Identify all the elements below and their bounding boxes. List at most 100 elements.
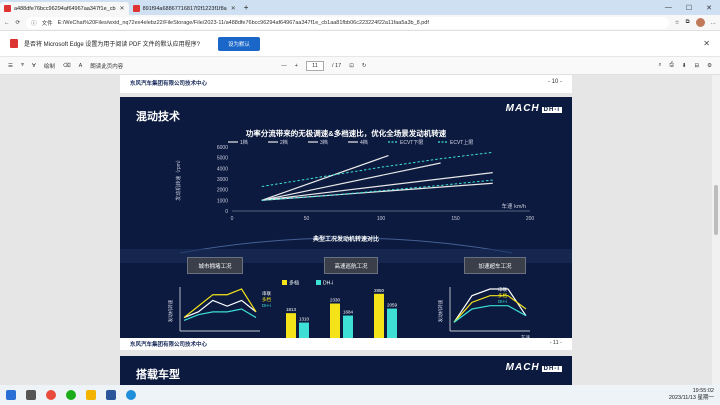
tab-active[interactable]: a488dfe76bcc96294af64967aa347f1e_cb ✕ xyxy=(0,2,129,15)
favorites-icon[interactable]: ☆ xyxy=(675,20,680,26)
address-prefix: 文件 xyxy=(41,20,53,27)
pdf-icon xyxy=(4,5,11,12)
city-rpm-chart: 发动机转速 串联多档DH-i xyxy=(167,287,271,332)
more-icon[interactable]: … xyxy=(711,20,717,26)
company-logo-text: 东风汽车集团有限公司技术中心 xyxy=(130,342,208,348)
app-icon[interactable] xyxy=(46,390,56,400)
settings-icon[interactable]: ⚙ xyxy=(707,63,712,69)
eraser-icon[interactable]: ⌫ xyxy=(63,63,71,69)
y-axis-label: 发动机转速 xyxy=(437,299,444,322)
page-number-input[interactable]: 11 xyxy=(306,60,325,71)
pdf-icon xyxy=(10,39,18,48)
new-tab-icon[interactable]: + xyxy=(244,3,249,12)
brand-badge: DH-i xyxy=(541,366,562,372)
scenario-city: 城市拥堵工况 xyxy=(187,257,243,274)
slide-title: 搭载车型 xyxy=(136,369,180,381)
profile-icon[interactable] xyxy=(695,18,705,27)
scenario-highway: 高速巡航工况 xyxy=(324,257,378,274)
bar-value-label: 1813 xyxy=(286,307,297,312)
close-tab-icon[interactable]: ✕ xyxy=(120,5,125,12)
search-icon[interactable]: ⌕ xyxy=(658,62,661,69)
legend-swatch xyxy=(282,280,287,285)
taskbar: 19:55:02 2023/11/13 星期一 xyxy=(0,385,720,405)
close-tab-icon[interactable]: ✕ xyxy=(231,5,236,12)
start-icon[interactable] xyxy=(6,390,16,400)
edge-icon[interactable] xyxy=(126,390,136,400)
next-slide: 搭载车型 MACH DH-i xyxy=(120,356,572,385)
draw-icon[interactable]: ∀ xyxy=(32,63,36,69)
minimize-icon[interactable]: — xyxy=(665,4,672,12)
overtake-rpm-chart: 发动机转速车速串联多档DH-i xyxy=(437,286,530,341)
filter-icon[interactable]: ⩔ xyxy=(21,62,24,69)
save-as-icon[interactable]: ⊟ xyxy=(694,63,699,69)
legend-label: 多档 xyxy=(498,292,507,299)
previous-slide-footer: 东风汽车集团有限公司技术中心 - 10 - xyxy=(120,75,572,93)
y-tick-label: 6000 xyxy=(217,145,228,151)
legend-label: 4档 xyxy=(360,139,368,146)
maximize-icon[interactable]: ☐ xyxy=(686,4,692,12)
brand-logo: MACH DH-i xyxy=(506,362,562,373)
legend-label: 3档 xyxy=(320,139,328,146)
set-default-button[interactable]: 设为默认 xyxy=(218,36,261,51)
print-icon[interactable]: ⎙ xyxy=(669,62,673,69)
legend-label: DH-i xyxy=(323,281,333,287)
brand-name: MACH xyxy=(505,103,540,114)
brand-logo: MACH DH-i xyxy=(506,103,562,114)
bar-value-label: 1684 xyxy=(343,310,354,315)
pdf-toolbar: ☰ ⩔ ∀ 绘制 ⌫ A 朗读此页内容 — + 11 / 17 ⊡ ↻ ⌕ ⎙ … xyxy=(0,57,720,75)
wechat-icon[interactable] xyxy=(66,390,76,400)
series-line-5 xyxy=(261,151,493,187)
x-tick-label: 200 xyxy=(526,216,535,222)
date: 2023/11/13 星期一 xyxy=(668,395,714,401)
save-icon[interactable]: ⬇ xyxy=(682,63,687,69)
legend-label: 2档 xyxy=(280,139,288,146)
scrollbar[interactable] xyxy=(712,75,720,385)
search-taskbar-icon[interactable] xyxy=(26,390,36,400)
tab-inactive[interactable]: 891f94a68867716817f2f1223f1f8a ✕ xyxy=(129,2,240,15)
contents-icon[interactable]: ☰ xyxy=(8,63,13,69)
tab-bar: a488dfe76bcc96294af64967aa347f1e_cb ✕ 89… xyxy=(0,0,720,15)
rotate-icon[interactable]: ↻ xyxy=(362,63,367,69)
zoom-in-icon[interactable]: + xyxy=(295,63,298,69)
legend-label: DH-i xyxy=(498,299,507,304)
y-axis-label: 发动机转速（rpm） xyxy=(175,157,182,201)
legend-label: ECVT下限 xyxy=(400,139,423,146)
page-total: / 17 xyxy=(332,62,342,69)
time: 19:55:02 xyxy=(692,388,714,394)
close-notice-icon[interactable]: ✕ xyxy=(703,39,710,48)
fit-page-icon[interactable]: ⊡ xyxy=(349,63,354,69)
pdf-viewer[interactable]: 东风汽车集团有限公司技术中心 - 10 - 混动技术 MACH DH-i 功率分流… xyxy=(0,75,712,385)
scrollbar-thumb[interactable] xyxy=(714,185,718,235)
refresh-icon[interactable]: ⟳ xyxy=(16,20,21,26)
window-close-icon[interactable]: ✕ xyxy=(706,4,712,12)
read-aloud-button[interactable]: 朗读此页内容 xyxy=(90,62,123,70)
compare-title: 典型工况发动机转速对比 xyxy=(312,237,379,243)
legend-label: DH-i xyxy=(262,303,271,308)
address-bar: ← ⟳ ⓘ 文件 E:/WeChat%20Files/wxid_nq72ex4e… xyxy=(0,15,720,31)
y-tick-label: 3000 xyxy=(217,177,228,183)
y-tick-label: 2000 xyxy=(217,188,228,194)
clock[interactable]: 19:55:02 2023/11/13 星期一 xyxy=(669,388,714,402)
x-axis-label: 车速 km/h xyxy=(502,202,526,210)
bar-value-label: 2330 xyxy=(330,298,341,303)
word-icon[interactable] xyxy=(106,390,116,400)
pdf-icon xyxy=(132,5,140,12)
legend-label: 多档 xyxy=(289,280,299,287)
zoom-out-icon[interactable]: — xyxy=(281,63,287,69)
collections-icon[interactable]: ⧉ xyxy=(686,19,690,26)
url-field[interactable]: ⓘ 文件 E:/WeChat%20Files/wxid_nq72ex4elebz… xyxy=(26,16,669,29)
x-tick-label: 0 xyxy=(231,216,234,222)
url-text: E:/WeChat%20Files/wxid_nq72ex4elebz22/Fi… xyxy=(57,19,429,26)
x-tick-label: 100 xyxy=(377,216,386,222)
tab-title: a488dfe76bcc96294af64967aa347f1e_cb xyxy=(14,5,116,12)
slide: 混动技术 MACH DH-i 功率分流带来的无极调速&多档速比，优化全场景发动机转… xyxy=(120,97,572,350)
file-explorer-icon[interactable] xyxy=(86,390,96,400)
info-icon: ⓘ xyxy=(31,20,37,27)
draw-button[interactable]: 绘制 xyxy=(44,62,55,70)
read-aloud-icon[interactable]: A xyxy=(79,63,83,69)
legend-swatch xyxy=(316,280,321,285)
back-icon[interactable]: ← xyxy=(4,20,10,26)
slide-subtitle: 功率分流带来的无极调速&多档速比，优化全场景发动机转速 xyxy=(245,129,447,138)
default-app-notice: 是否将 Microsoft Edge 设置为用于阅读 PDF 文件的默认应用程序… xyxy=(0,31,720,57)
scenario-overtake: 加速超车工况 xyxy=(464,257,526,274)
